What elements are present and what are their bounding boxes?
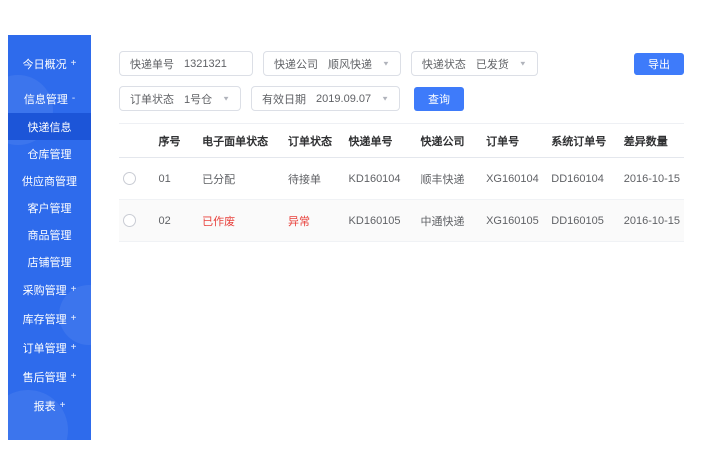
app-window: 今日概况 + 信息管理 - 快递信息 仓库管理 供应商管理 客户管理 商品管理 [8,35,700,440]
cell-order-status: 异常 [284,199,345,242]
cell-difference-quantity: 2016-10-15 [619,157,684,200]
header-express-company: 快递公司 [416,123,483,158]
express-status-value: 已发货 [475,58,509,71]
main-content: 快递单号 快递公司 顺风快递 ▼ 快递状态 已发货 ▼ 导出 订单状态 1号仓 … [91,35,700,440]
cell-difference-quantity: 2016-10-15 [619,199,684,242]
cell-express-company: 中通快递 [416,199,483,242]
filter-row-2: 订单状态 1号仓 ▼ 有效日期 2019.09.07 ▼ 查询 [119,86,684,111]
cell-system-order-number: DD160105 [547,199,620,242]
sidebar-item-label: 商品管理 [27,229,72,242]
sidebar-item-purchase-management[interactable]: 采购管理 + [8,275,91,304]
cell-order-status: 待接单 [284,157,345,200]
sidebar-item-supplier-management[interactable]: 供应商管理 [8,167,91,194]
chevron-down-icon: ▼ [222,94,231,103]
sidebar-item-label: 售后管理 [22,371,67,384]
cell-system-order-number: DD160104 [547,157,620,200]
sidebar-item-product-management[interactable]: 商品管理 [8,221,91,248]
results-table: 序号 电子面单状态 订单状态 快递单号 快递公司 订单号 系统订单号 差异数量 … [119,123,684,242]
export-button[interactable]: 导出 [634,52,684,75]
expand-icon: + [70,284,77,295]
chevron-down-icon: ▼ [518,59,527,68]
express-status-select[interactable]: 快递状态 已发货 ▼ [410,51,538,76]
row-radio-button[interactable] [123,172,136,185]
express-company-value: 顺风快递 [328,58,372,71]
row-radio-button[interactable] [123,214,136,227]
table-row: 01 已分配 待接单 KD160104 顺丰快递 XG160104 DD1601… [119,157,684,200]
sidebar-item-label: 店铺管理 [27,256,72,269]
expand-icon: + [70,371,77,382]
select-column-header [119,123,155,158]
expand-icon: + [59,400,66,411]
sidebar-item-express-info[interactable]: 快递信息 [8,113,91,140]
sidebar-item-label: 采购管理 [22,284,67,297]
cell-express-number: KD160105 [344,199,417,242]
collapse-icon: - [71,93,76,104]
express-number-input[interactable] [184,57,242,70]
table-header-row: 序号 电子面单状态 订单状态 快递单号 快递公司 订单号 系统订单号 差异数量 [119,123,684,158]
expand-icon: + [70,313,77,324]
sidebar-item-warehouse-management[interactable]: 仓库管理 [8,140,91,167]
sidebar-item-label: 快递信息 [27,121,72,134]
express-number-label: 快递单号 [130,58,174,71]
sidebar-item-customer-management[interactable]: 客户管理 [8,194,91,221]
cell-waybill-status: 已作废 [198,199,285,242]
search-button[interactable]: 查询 [414,86,465,111]
express-company-label: 快递公司 [274,58,318,71]
chevron-down-icon: ▼ [382,59,390,68]
sidebar-item-label: 供应商管理 [22,175,77,188]
express-status-label: 快递状态 [421,58,466,71]
filter-row-1: 快递单号 快递公司 顺风快递 ▼ 快递状态 已发货 ▼ 导出 [119,51,684,76]
cell-seq: 01 [154,157,199,200]
order-status-select[interactable]: 订单状态 1号仓 ▼ [119,86,242,111]
sidebar-menu: 今日概况 + 信息管理 - 快递信息 仓库管理 供应商管理 客户管理 商品管理 [8,35,91,420]
header-waybill-status: 电子面单状态 [198,123,285,158]
header-system-order-number: 系统订单号 [547,123,620,158]
valid-date-value: 2019.09.07 [316,92,372,105]
sidebar-item-today-overview[interactable]: 今日概况 + [8,49,91,78]
cell-seq: 02 [154,199,199,242]
sidebar-item-label: 库存管理 [22,313,67,326]
cell-order-number: XG160104 [482,157,548,200]
sidebar-item-label: 今日概况 [22,58,67,71]
sidebar-item-inventory-management[interactable]: 库存管理 + [8,304,91,333]
header-express-number: 快递单号 [344,123,417,158]
order-status-label: 订单状态 [130,93,174,106]
header-difference-quantity: 差异数量 [619,123,684,158]
sidebar-item-aftersales-management[interactable]: 售后管理 + [8,362,91,391]
expand-icon: + [70,342,77,353]
sidebar-item-order-management[interactable]: 订单管理 + [8,333,91,362]
sidebar-item-label: 订单管理 [22,342,67,355]
expand-icon: + [70,58,77,69]
cell-order-number: XG160105 [482,199,548,242]
table-row: 02 已作废 异常 KD160105 中通快递 XG160105 DD16010… [119,199,684,242]
header-seq: 序号 [154,123,199,158]
cell-waybill-status: 已分配 [198,157,285,200]
sidebar-item-info-management[interactable]: 信息管理 - [8,84,91,113]
header-order-number: 订单号 [482,123,548,158]
express-number-filter: 快递单号 [119,51,253,76]
order-status-value: 1号仓 [184,93,213,106]
sidebar-item-label: 仓库管理 [27,148,72,161]
valid-date-label: 有效日期 [262,93,307,106]
cell-express-number: KD160104 [344,157,417,200]
valid-date-select[interactable]: 有效日期 2019.09.07 ▼ [251,86,401,111]
sidebar-item-label: 客户管理 [27,202,72,215]
sidebar-item-store-management[interactable]: 店铺管理 [8,248,91,275]
sidebar-item-reports[interactable]: 报表 + [8,391,91,420]
sidebar: 今日概况 + 信息管理 - 快递信息 仓库管理 供应商管理 客户管理 商品管理 [8,35,91,440]
chevron-down-icon: ▼ [381,94,390,103]
sidebar-item-label: 报表 [33,400,56,413]
sidebar-item-label: 信息管理 [23,93,68,106]
express-company-select[interactable]: 快递公司 顺风快递 ▼ [263,51,401,76]
cell-express-company: 顺丰快递 [416,157,483,200]
header-order-status: 订单状态 [284,123,345,158]
